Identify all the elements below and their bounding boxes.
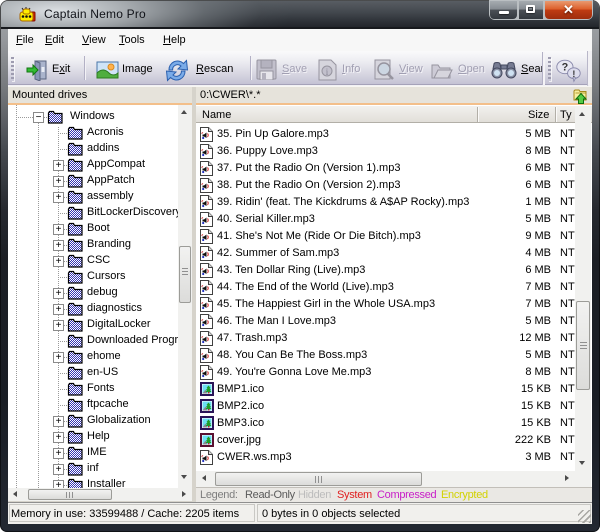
svg-text:!: ! xyxy=(572,69,575,79)
svg-text:?: ? xyxy=(562,62,569,74)
